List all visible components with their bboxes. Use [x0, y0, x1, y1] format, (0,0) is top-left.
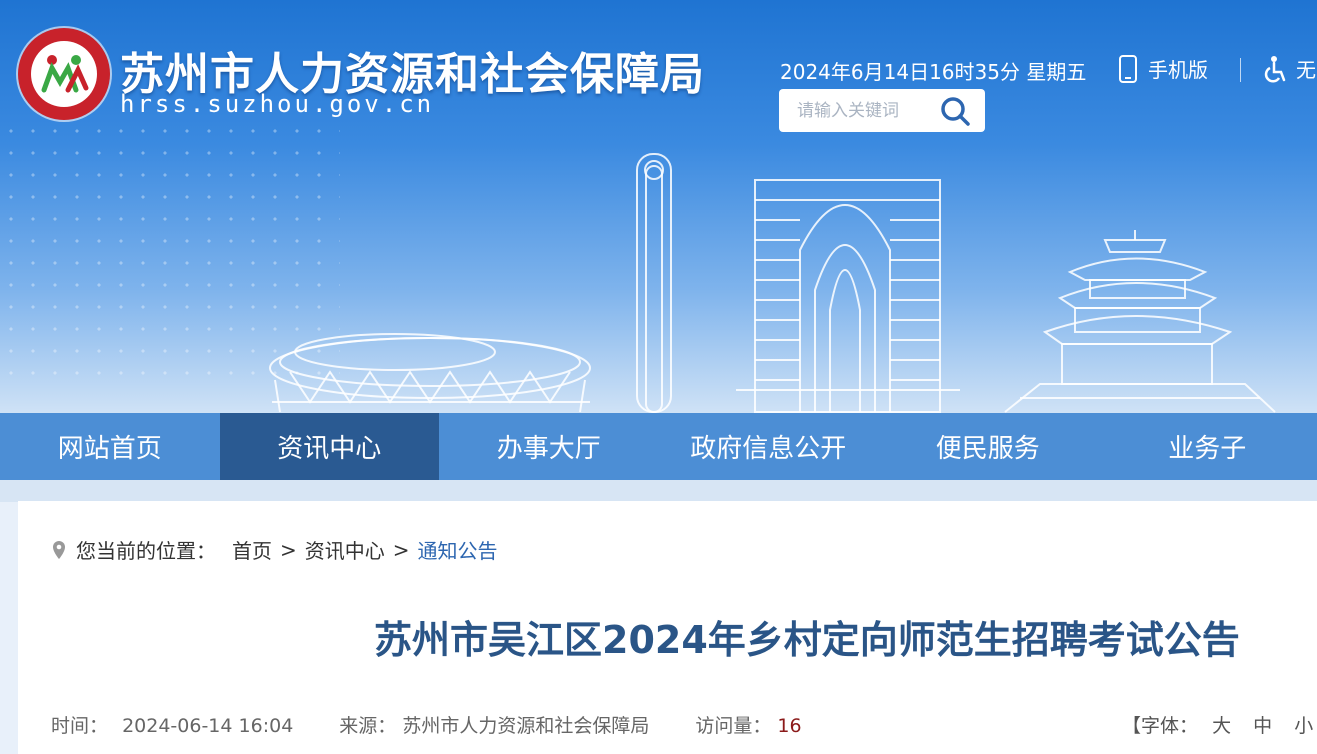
breadcrumb-home[interactable]: 首页 [232, 535, 272, 564]
logo-emblem-icon [41, 55, 89, 93]
skyline-illustration [269, 153, 1276, 413]
font-size-medium[interactable]: 中 [1253, 715, 1272, 737]
header-banner: 苏州市人力资源和社会保障局 hrss.suzhou.gov.cn 2024年6月… [0, 0, 1317, 413]
font-size-small[interactable]: 小 [1294, 715, 1313, 737]
source-label: 来源： [339, 715, 397, 737]
font-size-large[interactable]: 大 [1212, 715, 1231, 737]
accessibility-icon [1264, 55, 1286, 83]
breadcrumb-separator: > [392, 537, 410, 562]
views-label: 访问量： [695, 715, 772, 737]
source-value: 苏州市人力资源和社会保障局 [402, 715, 650, 737]
accessibility-link[interactable]: 无 [1262, 54, 1316, 83]
breadcrumb-current[interactable]: 通知公告 [418, 535, 498, 564]
font-size-switcher: 【字体： 大 中 小 】 [1122, 711, 1317, 738]
bureau-logo[interactable] [18, 28, 110, 120]
nav-bottom-strip [0, 480, 1317, 502]
time-label: 时间： [51, 715, 109, 737]
mobile-version-link[interactable]: 手机版 [1118, 54, 1208, 83]
nav-home[interactable]: 网站首页 [0, 413, 220, 480]
article-meta: 时间： 2024-06-14 16:04 来源： 苏州市人力资源和社会保障局 访… [51, 711, 848, 738]
mobile-phone-icon [1119, 54, 1137, 83]
breadcrumb-section[interactable]: 资讯中心 [305, 535, 385, 564]
nav-public-service[interactable]: 便民服务 [878, 413, 1098, 480]
site-domain: hrss.suzhou.gov.cn [120, 90, 435, 118]
search-icon[interactable] [939, 96, 971, 126]
header-divider [1240, 58, 1241, 82]
accessibility-label: 无 [1296, 58, 1316, 82]
breadcrumb-separator: > [280, 537, 297, 562]
article-title: 苏州市吴江区2024年乡村定向师范生招聘考试公告 [374, 618, 1240, 662]
mobile-version-label: 手机版 [1148, 58, 1208, 82]
views-count: 16 [777, 715, 802, 737]
nav-gov-info[interactable]: 政府信息公开 [659, 413, 879, 480]
time-value: 2024-06-14 16:04 [122, 715, 294, 737]
nav-service-hall[interactable]: 办事大厅 [439, 413, 659, 480]
breadcrumb-prefix: 您当前的位置： [76, 539, 216, 563]
breadcrumb: 您当前的位置： 首页 > 资讯中心 > 通知公告 [52, 535, 498, 564]
search-box [779, 89, 985, 132]
content-panel: 您当前的位置： 首页 > 资讯中心 > 通知公告 苏州市吴江区2024年乡村定向… [18, 501, 1317, 754]
main-nav: 网站首页 资讯中心 办事大厅 政府信息公开 便民服务 业务子 [0, 413, 1317, 480]
nav-business[interactable]: 业务子 [1098, 413, 1317, 480]
nav-news-center[interactable]: 资讯中心 [219, 413, 439, 480]
current-datetime: 2024年6月14日16时35分 星期五 [780, 60, 1087, 84]
search-input[interactable] [797, 100, 937, 121]
location-pin-icon [53, 540, 65, 559]
font-size-label: 【字体： [1122, 715, 1199, 737]
